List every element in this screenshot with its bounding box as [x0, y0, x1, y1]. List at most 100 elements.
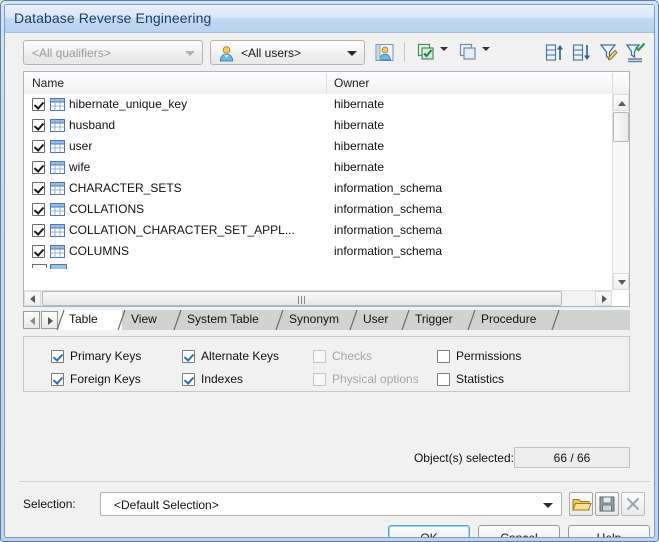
horizontal-scroll-thumb[interactable] [42, 291, 562, 306]
row-name: wife [69, 160, 91, 174]
option-checkbox[interactable] [182, 350, 195, 363]
row-checkbox[interactable] [32, 182, 45, 195]
help-button[interactable]: Help [568, 525, 650, 537]
list-header: Name Owner [24, 72, 629, 95]
option-checkbox [313, 373, 326, 386]
tab-strip: Table View System Table Synonym User Trigger P… [23, 310, 630, 330]
open-selection-button[interactable] [569, 492, 593, 516]
tab-trigger[interactable]: Trigger [406, 310, 472, 330]
table-row[interactable]: wife hibernate [24, 157, 612, 178]
table-icon [50, 161, 65, 174]
cancel-button[interactable]: Cancel [478, 525, 560, 537]
row-checkbox[interactable] [32, 203, 45, 216]
row-checkbox[interactable] [32, 161, 45, 174]
row-checkbox[interactable] [32, 245, 45, 258]
option-checkbox[interactable] [182, 373, 195, 386]
objects-listbox[interactable]: Name Owner hibernate_unique_key hibernate… [23, 71, 630, 307]
row-checkbox[interactable] [32, 119, 45, 132]
column-header-owner[interactable]: Owner [334, 76, 369, 90]
column-divider[interactable] [612, 73, 613, 93]
table-row[interactable]: husband hibernate [24, 115, 612, 136]
horizontal-divider [19, 481, 650, 482]
select-user-button[interactable] [373, 41, 396, 64]
deselect-all-button[interactable] [457, 41, 480, 64]
scroll-left-button[interactable] [24, 291, 41, 306]
option-label: Primary Keys [70, 349, 142, 363]
vertical-scrollbar[interactable] [612, 94, 629, 290]
row-name: user [69, 139, 93, 153]
option-checkbox[interactable] [437, 350, 450, 363]
option-checkbox[interactable] [51, 350, 64, 363]
table-row[interactable]: hibernate_unique_key hibernate [24, 94, 612, 115]
dialog-window: Database Reverse Engineering <All qualif… [0, 0, 659, 542]
apply-filter-button[interactable] [624, 41, 647, 64]
toolbar-separator [404, 42, 405, 62]
scroll-up-button[interactable] [613, 94, 629, 111]
row-checkbox[interactable] [32, 98, 45, 111]
column-header-name[interactable]: Name [32, 76, 64, 90]
users-dropdown[interactable]: <All users> [210, 40, 365, 65]
table-icon [50, 224, 65, 237]
table-icon [50, 119, 65, 132]
tab-system-table[interactable]: System Table [178, 310, 280, 330]
chevron-down-icon[interactable] [543, 503, 553, 508]
scroll-down-button[interactable] [613, 273, 629, 290]
option-checkbox[interactable] [437, 373, 450, 386]
table-icon [50, 140, 65, 153]
dialog-content: <All qualifiers> <All users> Name Owner … [5, 33, 654, 537]
select-all-dropdown-arrow[interactable] [440, 47, 448, 51]
table-row[interactable] [24, 262, 612, 269]
tab-table[interactable]: Table [60, 310, 122, 330]
tab-view[interactable]: View [122, 310, 178, 330]
table-row[interactable]: CHARACTER_SETS information_schema [24, 178, 612, 199]
qualifier-dropdown[interactable]: <All qualifiers> [23, 40, 203, 65]
sort-ascending-icon [545, 44, 563, 61]
tab-label: Procedure [481, 312, 537, 326]
vertical-scroll-thumb[interactable] [613, 112, 629, 142]
options-group: Primary Keys Foreign Keys Alternate Keys In… [23, 336, 630, 392]
option-label: Permissions [456, 349, 522, 363]
objects-selected-label: Object(s) selected: [413, 451, 514, 465]
sort-descending-button[interactable] [570, 41, 593, 64]
row-checkbox[interactable] [32, 224, 45, 237]
dialog-inner: Database Reverse Engineering <All qualif… [4, 4, 655, 538]
table-icon [50, 98, 65, 111]
tab-user[interactable]: User [354, 310, 406, 330]
delete-selection-button[interactable] [621, 492, 645, 516]
deselect-all-dropdown-arrow[interactable] [482, 47, 490, 51]
tab-procedure[interactable]: Procedure [472, 310, 556, 330]
option-checkbox[interactable] [51, 373, 64, 386]
table-row[interactable]: user hibernate [24, 136, 612, 157]
column-divider[interactable] [326, 73, 327, 93]
filter-apply-icon [625, 42, 646, 63]
row-owner: information_schema [334, 223, 443, 237]
option-label: Alternate Keys [201, 349, 280, 363]
horizontal-scrollbar[interactable] [24, 290, 612, 306]
ok-button[interactable]: OK [388, 525, 470, 537]
table-row[interactable]: COLLATION_CHARACTER_SET_APPL... informati… [24, 220, 612, 241]
tab-scroll-prev-button[interactable] [23, 311, 40, 329]
tab-synonym[interactable]: Synonym [280, 310, 354, 330]
row-checkbox[interactable] [32, 140, 45, 153]
table-row[interactable]: COLLATIONS information_schema [24, 199, 612, 220]
row-checkbox[interactable] [32, 264, 47, 268]
option-checkbox [313, 350, 326, 363]
option-label: Physical options [332, 372, 419, 386]
table-row[interactable]: COLUMNS information_schema [24, 241, 612, 262]
folder-open-icon [572, 499, 592, 511]
tab-label: View [131, 312, 157, 326]
sort-ascending-button[interactable] [543, 41, 566, 64]
row-name: COLUMNS [69, 244, 130, 258]
row-owner: hibernate [334, 160, 385, 174]
edit-filter-button[interactable] [597, 41, 620, 64]
selection-label: Selection: [23, 497, 76, 511]
user-icon [219, 46, 234, 62]
scroll-grip-icon [298, 296, 306, 304]
row-owner: hibernate [334, 118, 385, 132]
select-all-button[interactable] [415, 41, 438, 64]
option-label: Statistics [456, 372, 505, 386]
save-selection-button[interactable] [595, 492, 619, 516]
selection-dropdown[interactable]: <Default Selection> [100, 492, 562, 516]
scroll-right-button[interactable] [595, 291, 612, 306]
qualifier-value: <All qualifiers> [32, 46, 111, 60]
